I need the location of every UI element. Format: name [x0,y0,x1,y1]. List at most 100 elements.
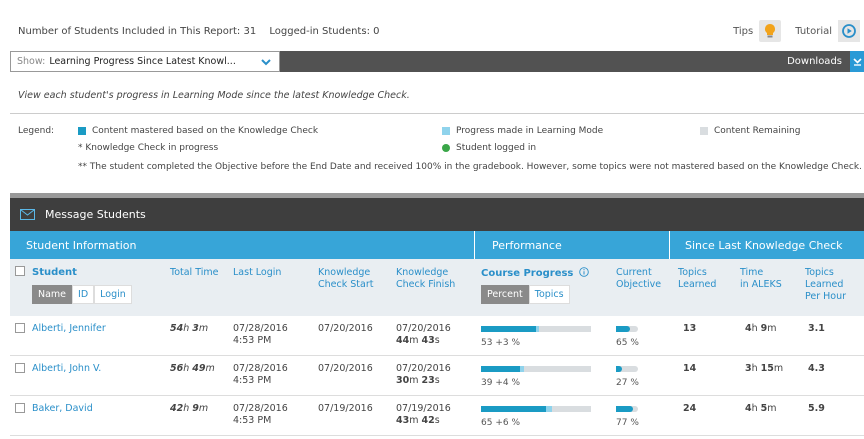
report-summary-bar: Number of Students Included in This Repo… [10,18,864,44]
report-description: View each student's progress in Learning… [18,90,410,101]
tips-label[interactable]: Tips [733,26,753,37]
show-prefix: Show: [17,56,46,67]
course-progress-bar [481,366,591,372]
kc-finish-header[interactable]: Knowledge Check Finish [396,267,455,291]
mastered-swatch [78,127,86,135]
group-since-last-kc: Since Last Knowledge Check [685,239,843,252]
course-progress-header[interactable]: Course Progress [481,267,589,280]
topics-per-hour: 3.1 [808,323,825,334]
report-type-value: Learning Progress Since Latest Knowl... [49,56,236,67]
column-group-header: Student Information Performance Since La… [10,231,864,259]
kc-start-date: 07/20/2016 [318,363,373,374]
legend-kc-in-progress: * Knowledge Check in progress [78,143,219,153]
course-progress-text: 53 +3 % [481,338,520,348]
message-students-button[interactable]: Message Students [10,198,864,231]
students-count: Number of Students Included in This Repo… [18,25,257,37]
table-row: Baker, David 42h 9m 07/28/2016 4:53 PM 07… [10,396,864,436]
objective-bar [616,326,638,332]
course-progress-bar [481,406,591,412]
course-progress-text: 39 +4 % [481,378,520,388]
kc-start-header[interactable]: Knowledge Check Start [318,267,373,291]
report-type-select[interactable]: Show: Learning Progress Since Latest Kno… [10,51,280,72]
group-student-info: Student Information [26,239,137,252]
student-display-toggle: Name ID Login [32,285,132,304]
topics-learned: 14 [683,363,697,374]
downloads-label: Downloads [787,56,842,67]
student-name-link[interactable]: Alberti, Jennifer [32,323,106,335]
logged-in-dot-icon [442,144,450,152]
objective-fill [616,366,622,372]
last-login: 07/28/2016 4:53 PM [233,323,288,346]
downloads-button[interactable]: Downloads [787,51,864,72]
divider [10,113,864,114]
kc-finish: 07/20/2016 44m 43s [396,323,451,346]
message-students-label: Message Students [45,208,146,221]
select-all-checkbox[interactable] [15,266,25,276]
group-performance: Performance [492,239,562,252]
course-progress-text: 65 +6 % [481,418,520,428]
remaining-swatch [700,127,708,135]
legend-progress: Progress made in Learning Mode [442,126,603,136]
objective-fill [616,326,631,332]
legend-label: Legend: [18,126,55,136]
chevron-down-icon [850,51,864,72]
objective-text: 27 % [616,378,639,388]
total-time: 56h 49m [170,363,215,374]
objective-text: 77 % [616,418,639,428]
kc-finish: 07/20/2016 30m 23s [396,363,451,386]
total-time: 54h 3m [170,323,209,334]
objective-text: 65 % [616,338,639,348]
kc-finish: 07/19/2016 43m 42s [396,403,451,426]
legend-mastered: Content mastered based on the Knowledge … [78,126,318,136]
last-login-header[interactable]: Last Login [233,267,281,279]
topics-per-hour-header[interactable]: Topics Learned Per Hour [805,267,846,303]
last-login: 07/28/2016 4:53 PM [233,363,288,386]
table-row: Alberti, Jennifer 54h 3m 07/28/2016 4:53 … [10,316,864,356]
topics-tab[interactable]: Topics [528,285,570,304]
login-tab[interactable]: Login [94,285,132,304]
current-objective-header[interactable]: Current Objective [616,267,661,291]
topics-per-hour: 5.9 [808,403,825,414]
row-checkbox[interactable] [15,363,25,373]
topics-learned: 13 [683,323,697,334]
tutorial-label[interactable]: Tutorial [795,26,832,37]
report-toolbar: Show: Learning Progress Since Latest Kno… [10,51,864,72]
envelope-icon [20,209,35,220]
logged-in-count: Logged-in Students: 0 [269,25,380,37]
course-progress-bar [481,326,591,332]
objective-bar [616,406,638,412]
course-progress-fill [545,406,553,412]
total-time: 42h 9m [170,403,209,414]
topics-learned-header[interactable]: Topics Learned [678,267,716,291]
student-name-link[interactable]: Baker, David [32,403,93,415]
info-icon[interactable] [579,267,589,277]
percent-tab[interactable]: Percent [481,285,529,304]
name-tab[interactable]: Name [32,285,73,304]
legend-logged-in: Student logged in [442,143,536,153]
row-checkbox[interactable] [15,323,25,333]
course-progress-toggle: Percent Topics [481,285,570,304]
time-in-aleks: 3h 15m [745,363,784,374]
course-progress-fill [536,326,540,332]
lightbulb-icon[interactable] [759,20,782,42]
topics-learned: 24 [683,403,697,414]
chevron-down-icon [261,55,271,69]
id-tab[interactable]: ID [72,285,95,304]
time-in-aleks-header[interactable]: Time in ALEKS [740,267,782,291]
student-name-link[interactable]: Alberti, John V. [32,363,101,375]
course-progress-fill [519,366,524,372]
kc-start-date: 07/20/2016 [318,323,373,334]
table-row: Alberti, John V. 56h 49m 07/28/2016 4:53 … [10,356,864,396]
play-icon[interactable] [838,20,860,42]
total-time-header[interactable]: Total Time [170,267,218,279]
student-column-header[interactable]: Student [32,267,77,279]
course-mastered-fill [481,326,536,332]
topics-per-hour: 4.3 [808,363,825,374]
course-mastered-fill [481,406,546,412]
course-mastered-fill [481,366,520,372]
time-in-aleks: 4h 5m [745,403,777,414]
table-header-row: Student Name ID Login Total Time Last Lo… [10,259,864,316]
progress-swatch [442,127,450,135]
row-checkbox[interactable] [15,403,25,413]
objective-fill [616,406,633,412]
